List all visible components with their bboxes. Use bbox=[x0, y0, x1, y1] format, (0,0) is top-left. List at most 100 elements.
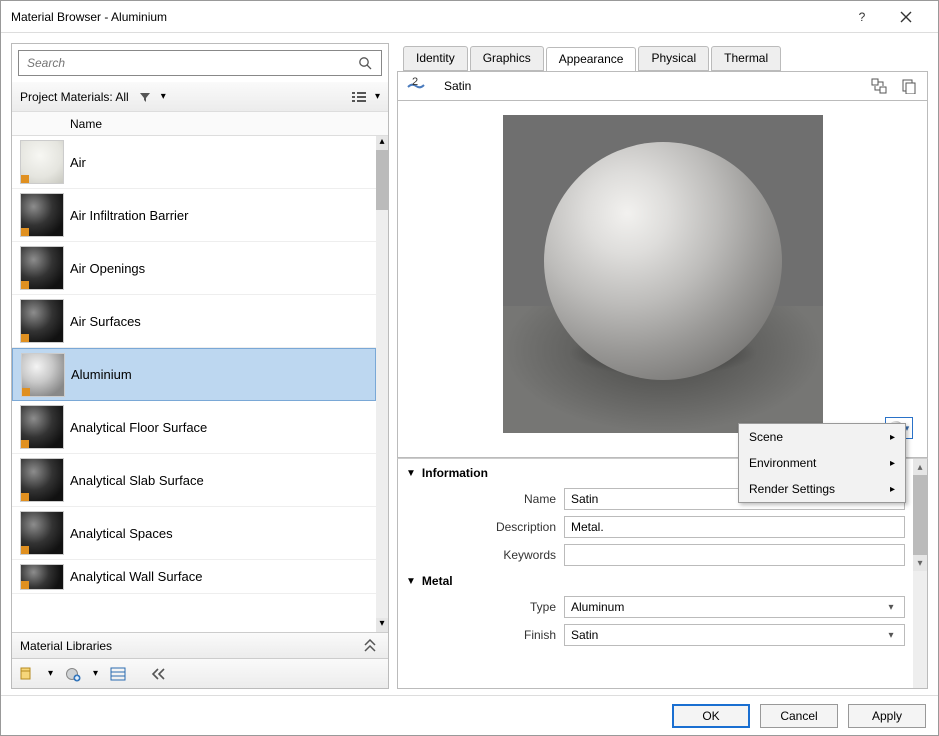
title-bar: Material Browser - Aluminium ? bbox=[1, 1, 938, 33]
material-swatch-icon bbox=[21, 353, 65, 397]
material-name: Analytical Wall Surface bbox=[70, 569, 202, 584]
input-keywords[interactable] bbox=[564, 544, 905, 566]
right-panel: Identity Graphics Appearance Physical Th… bbox=[397, 43, 928, 689]
material-row[interactable]: Air Surfaces bbox=[12, 295, 376, 348]
filter-dropdown-icon[interactable]: ▾ bbox=[161, 91, 166, 102]
tab-thermal[interactable]: Thermal bbox=[711, 46, 781, 71]
tab-physical[interactable]: Physical bbox=[638, 46, 709, 71]
cancel-button[interactable]: Cancel bbox=[760, 704, 838, 728]
view-mode-dropdown-icon[interactable]: ▾ bbox=[375, 91, 380, 102]
menu-render-settings[interactable]: Render Settings▸ bbox=[739, 476, 905, 502]
new-material-dropdown-icon[interactable]: ▾ bbox=[93, 668, 98, 679]
list-scrollbar[interactable]: ▴ ▾ bbox=[376, 136, 388, 632]
scroll-down-icon[interactable]: ▾ bbox=[913, 555, 927, 571]
list-mode-icon[interactable] bbox=[108, 664, 128, 684]
chevron-down-icon: ▾ bbox=[884, 602, 898, 613]
material-row[interactable]: Analytical Slab Surface bbox=[12, 454, 376, 507]
material-preview bbox=[503, 115, 823, 433]
material-name: Air Surfaces bbox=[70, 314, 141, 329]
select-type[interactable]: Aluminum▾ bbox=[564, 596, 905, 618]
asset-name: Satin bbox=[444, 79, 471, 93]
duplicate-asset-icon[interactable] bbox=[899, 76, 919, 96]
apply-button[interactable]: Apply bbox=[848, 704, 926, 728]
label-keywords: Keywords bbox=[406, 548, 556, 562]
replace-asset-icon[interactable] bbox=[869, 76, 889, 96]
search-icon[interactable] bbox=[355, 53, 375, 73]
scroll-thumb[interactable] bbox=[913, 475, 927, 555]
material-swatch-icon bbox=[20, 246, 64, 290]
submenu-arrow-icon: ▸ bbox=[890, 432, 895, 443]
search-input[interactable] bbox=[18, 50, 382, 76]
close-icon[interactable] bbox=[884, 2, 928, 32]
material-name: Aluminium bbox=[71, 367, 132, 382]
collapse-panel-icon[interactable] bbox=[148, 664, 168, 684]
material-row[interactable]: Air bbox=[12, 136, 376, 189]
search-field[interactable] bbox=[25, 55, 355, 71]
material-row[interactable]: Air Openings bbox=[12, 242, 376, 295]
scroll-thumb[interactable] bbox=[376, 150, 388, 210]
menu-environment[interactable]: Environment▸ bbox=[739, 450, 905, 476]
submenu-arrow-icon: ▸ bbox=[890, 484, 895, 495]
material-row[interactable]: Air Infiltration Barrier bbox=[12, 189, 376, 242]
label-name: Name bbox=[406, 492, 556, 506]
new-material-icon[interactable] bbox=[63, 664, 83, 684]
material-name: Air bbox=[70, 155, 86, 170]
label-description: Description bbox=[406, 520, 556, 534]
material-row[interactable]: Analytical Wall Surface bbox=[12, 560, 376, 594]
material-row[interactable]: Analytical Floor Surface bbox=[12, 401, 376, 454]
material-row-selected[interactable]: Aluminium bbox=[12, 348, 376, 401]
input-description[interactable]: Metal. bbox=[564, 516, 905, 538]
collapse-icon: ▼ bbox=[406, 576, 416, 587]
preview-context-menu: Scene▸ Environment▸ Render Settings▸ bbox=[738, 423, 906, 503]
filter-icon[interactable] bbox=[135, 87, 155, 107]
material-swatch-icon bbox=[20, 193, 64, 237]
collapse-icon: ▼ bbox=[406, 468, 416, 479]
filter-bar: Project Materials: All ▾ ▾ bbox=[12, 82, 388, 112]
asset-uses-count: 2 bbox=[412, 76, 418, 88]
view-mode-icon[interactable] bbox=[349, 87, 369, 107]
material-row[interactable]: Analytical Spaces bbox=[12, 507, 376, 560]
preview-panel: ▾ bbox=[397, 101, 928, 458]
material-list: Air Air Infiltration Barrier Air Opening… bbox=[12, 136, 388, 632]
dialog-footer: OK Cancel Apply bbox=[1, 695, 938, 735]
tab-identity[interactable]: Identity bbox=[403, 46, 468, 71]
window-title: Material Browser - Aluminium bbox=[11, 10, 840, 24]
ok-button[interactable]: OK bbox=[672, 704, 750, 728]
scroll-up-icon[interactable]: ▴ bbox=[376, 136, 388, 150]
library-menu-dropdown-icon[interactable]: ▾ bbox=[48, 668, 53, 679]
submenu-arrow-icon: ▸ bbox=[890, 458, 895, 469]
section-metal-header[interactable]: ▼ Metal bbox=[406, 569, 905, 593]
properties-scrollbar[interactable]: ▴ ▾ bbox=[913, 459, 927, 688]
label-type: Type bbox=[406, 600, 556, 614]
material-swatch-icon bbox=[20, 140, 64, 184]
select-finish[interactable]: Satin▾ bbox=[564, 624, 905, 646]
material-swatch-icon bbox=[20, 564, 64, 590]
left-panel: Project Materials: All ▾ ▾ Name Air bbox=[11, 43, 389, 689]
material-browser-window: Material Browser - Aluminium ? Project M… bbox=[0, 0, 939, 736]
tab-graphics[interactable]: Graphics bbox=[470, 46, 544, 71]
material-swatch-icon bbox=[20, 458, 64, 502]
list-header-name[interactable]: Name bbox=[12, 112, 388, 136]
label-finish: Finish bbox=[406, 628, 556, 642]
tab-appearance[interactable]: Appearance bbox=[546, 47, 637, 72]
scroll-up-icon[interactable]: ▴ bbox=[913, 459, 927, 475]
material-name: Analytical Floor Surface bbox=[70, 420, 207, 435]
material-libraries-bar[interactable]: Material Libraries bbox=[12, 632, 388, 658]
expand-libraries-icon[interactable] bbox=[360, 636, 380, 656]
tab-strip: Identity Graphics Appearance Physical Th… bbox=[397, 43, 928, 71]
material-swatch-icon bbox=[20, 511, 64, 555]
library-menu-icon[interactable] bbox=[18, 664, 38, 684]
material-name: Analytical Slab Surface bbox=[70, 473, 204, 488]
material-name: Analytical Spaces bbox=[70, 526, 173, 541]
material-name: Air Infiltration Barrier bbox=[70, 208, 188, 223]
menu-scene[interactable]: Scene▸ bbox=[739, 424, 905, 450]
material-name: Air Openings bbox=[70, 261, 145, 276]
material-swatch-icon bbox=[20, 405, 64, 449]
chevron-down-icon: ▾ bbox=[884, 630, 898, 641]
help-button[interactable]: ? bbox=[840, 2, 884, 32]
scroll-down-icon[interactable]: ▾ bbox=[376, 618, 388, 632]
material-libraries-label: Material Libraries bbox=[20, 639, 112, 653]
filter-label: Project Materials: All bbox=[20, 90, 129, 104]
asset-header: 2 Satin bbox=[397, 71, 928, 101]
material-swatch-icon bbox=[20, 299, 64, 343]
